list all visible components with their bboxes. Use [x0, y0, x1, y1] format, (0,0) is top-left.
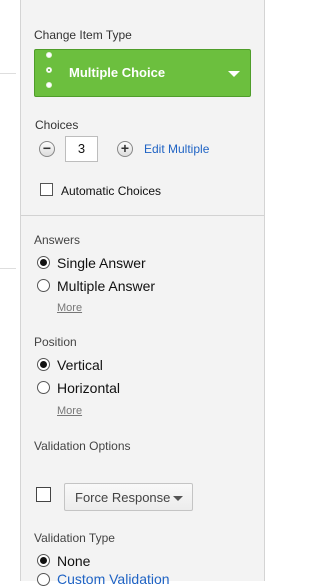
- chevron-down-icon: [228, 71, 240, 77]
- multiple-answer-label: Multiple Answer: [57, 278, 156, 294]
- decrease-choices-button[interactable]: −: [39, 141, 55, 157]
- left-content-strip: [0, 0, 22, 581]
- validation-options-label: Validation Options: [34, 439, 131, 453]
- custom-validation-link[interactable]: Custom Validation: [57, 571, 170, 587]
- horizontal-label: Horizontal: [57, 380, 121, 396]
- edit-multiple-link[interactable]: Edit Multiple: [144, 142, 209, 156]
- automatic-choices-label: Automatic Choices: [61, 184, 162, 198]
- chevron-down-icon: [173, 496, 183, 501]
- automatic-choices-checkbox[interactable]: [40, 183, 53, 196]
- left-divider: [0, 268, 16, 269]
- position-label: Position: [34, 335, 77, 349]
- force-response-dropdown[interactable]: Force Response: [64, 483, 193, 511]
- item-type-dropdown[interactable]: Multiple Choice: [34, 49, 251, 97]
- none-label: None: [57, 553, 91, 569]
- choices-count-input[interactable]: 3: [65, 136, 98, 162]
- horizontal-radio[interactable]: [37, 381, 50, 394]
- item-type-value: Multiple Choice: [69, 65, 166, 80]
- position-more-link[interactable]: More: [57, 405, 82, 417]
- answers-more-link[interactable]: More: [57, 302, 82, 314]
- choices-label: Choices: [35, 118, 79, 132]
- multiple-choice-icon: [44, 52, 56, 92]
- left-divider: [0, 73, 16, 74]
- vertical-label: Vertical: [57, 357, 103, 373]
- none-radio[interactable]: [37, 554, 50, 567]
- change-item-type-label: Change Item Type: [34, 28, 132, 42]
- single-answer-radio[interactable]: [37, 256, 50, 269]
- multiple-answer-radio[interactable]: [37, 279, 50, 292]
- question-settings-panel: Change Item Type Multiple Choice Choices…: [20, 0, 265, 587]
- force-response-checkbox[interactable]: [36, 487, 51, 502]
- answers-label: Answers: [34, 233, 81, 247]
- validation-type-label: Validation Type: [34, 531, 115, 545]
- custom-validation-radio[interactable]: [37, 573, 50, 586]
- vertical-radio[interactable]: [37, 358, 50, 371]
- force-response-value: Force Response: [75, 490, 171, 505]
- single-answer-label: Single Answer: [57, 255, 146, 271]
- section-divider: [21, 215, 264, 216]
- increase-choices-button[interactable]: +: [117, 141, 133, 157]
